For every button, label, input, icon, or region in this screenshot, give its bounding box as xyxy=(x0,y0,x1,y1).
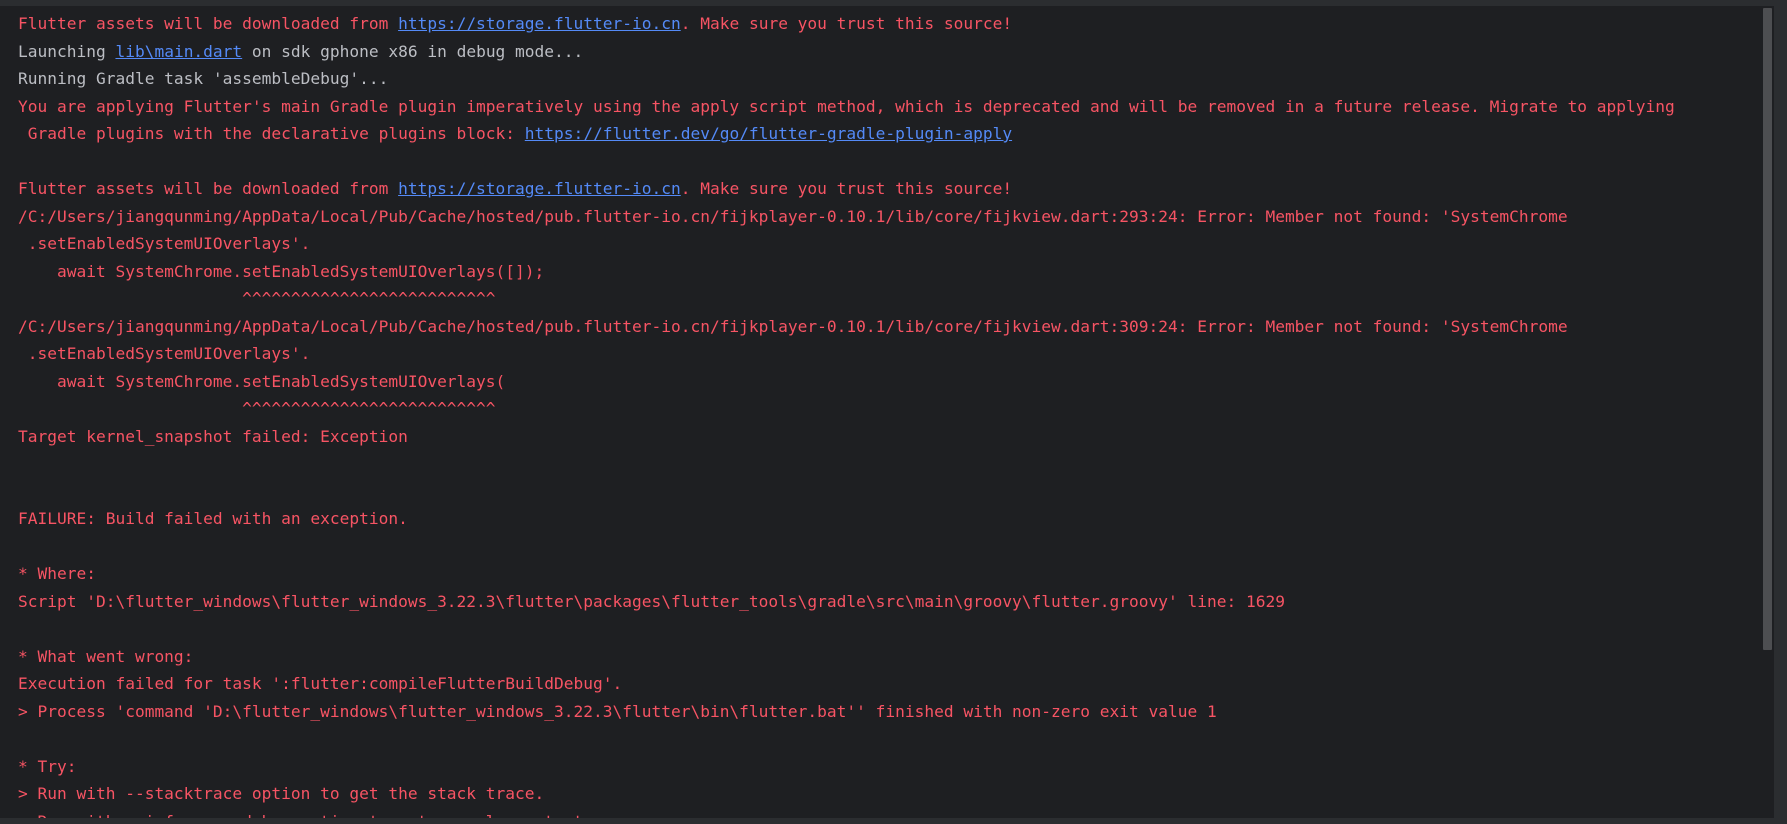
error-text: ^^^^^^^^^^^^^^^^^^^^^^^^^^ xyxy=(18,399,496,418)
console-line: await SystemChrome.setEnabledSystemUIOve… xyxy=(18,368,1758,396)
console-line: * What went wrong: xyxy=(18,643,1758,671)
console-line: You are applying Flutter's main Gradle p… xyxy=(18,93,1758,121)
right-gutter xyxy=(1774,6,1787,824)
error-text: > Process 'command 'D:\flutter_windows\f… xyxy=(18,701,1217,721)
console-line: > Run with --stacktrace option to get th… xyxy=(18,780,1758,808)
console-line: .setEnabledSystemUIOverlays'. xyxy=(18,340,1758,368)
error-text: Execution failed for task ':flutter:comp… xyxy=(18,674,623,693)
console-line: ^^^^^^^^^^^^^^^^^^^^^^^^^^ xyxy=(18,395,1758,423)
error-text: /C:/Users/jiangqunming/AppData/Local/Pub… xyxy=(18,206,1568,226)
output-text: on sdk gphone x86 in debug mode... xyxy=(242,41,584,61)
console-hyperlink[interactable]: https://storage.flutter-io.cn xyxy=(398,14,681,33)
output-text: Launching xyxy=(18,41,116,61)
console-line: Running Gradle task 'assembleDebug'... xyxy=(18,65,1758,93)
bottom-border xyxy=(0,818,1787,824)
error-text: You are applying Flutter's main Gradle p… xyxy=(18,96,1675,116)
console-line: Script 'D:\flutter_windows\flutter_windo… xyxy=(18,588,1758,616)
console-top-border xyxy=(0,0,1787,6)
console-line: > Process 'command 'D:\flutter_windows\f… xyxy=(18,698,1758,726)
error-text: Target kernel_snapshot failed: Exception xyxy=(18,426,408,446)
error-text: /C:/Users/jiangqunming/AppData/Local/Pub… xyxy=(18,316,1568,336)
error-text: FAILURE: Build failed with an exception. xyxy=(18,509,408,528)
error-text: Flutter assets will be downloaded from xyxy=(18,14,399,33)
console-output[interactable]: Flutter assets will be downloaded from h… xyxy=(18,10,1758,824)
error-text: Flutter assets will be downloaded from xyxy=(18,179,399,198)
error-text: * Where: xyxy=(18,564,96,583)
console-hyperlink[interactable]: lib\main.dart xyxy=(115,42,242,61)
console-line: .setEnabledSystemUIOverlays'. xyxy=(18,230,1758,258)
error-text: > Run with --stacktrace option to get th… xyxy=(18,784,545,803)
console-line: Target kernel_snapshot failed: Exception xyxy=(18,423,1758,451)
error-text: ^^^^^^^^^^^^^^^^^^^^^^^^^^ xyxy=(18,289,496,308)
console-line: Launching lib\main.dart on sdk gphone x8… xyxy=(18,38,1758,66)
error-text: . Make sure you trust this source! xyxy=(680,179,1013,198)
run-console: Flutter assets will be downloaded from h… xyxy=(0,0,1787,824)
console-hyperlink[interactable]: https://storage.flutter-io.cn xyxy=(398,179,681,198)
error-text: * Try: xyxy=(18,756,77,776)
error-text: Script 'D:\flutter_windows\flutter_windo… xyxy=(18,591,1285,611)
error-text: await SystemChrome.setEnabledSystemUIOve… xyxy=(18,261,545,281)
error-text: .setEnabledSystemUIOverlays'. xyxy=(18,344,311,363)
error-text: .setEnabledSystemUIOverlays'. xyxy=(18,234,311,253)
console-line: Flutter assets will be downloaded from h… xyxy=(18,175,1758,203)
console-line: * Try: xyxy=(18,753,1758,781)
console-line: Gradle plugins with the declarative plug… xyxy=(18,120,1758,148)
error-text: * What went wrong: xyxy=(18,646,194,666)
console-hyperlink[interactable]: https://flutter.dev/go/flutter-gradle-pl… xyxy=(525,124,1012,143)
console-line: /C:/Users/jiangqunming/AppData/Local/Pub… xyxy=(18,203,1758,231)
console-line: FAILURE: Build failed with an exception. xyxy=(18,505,1758,533)
console-line: ^^^^^^^^^^^^^^^^^^^^^^^^^^ xyxy=(18,285,1758,313)
error-text: await SystemChrome.setEnabledSystemUIOve… xyxy=(18,371,506,391)
console-line: Execution failed for task ':flutter:comp… xyxy=(18,670,1758,698)
output-text: Running Gradle task 'assembleDebug'... xyxy=(18,69,389,88)
console-line: Flutter assets will be downloaded from h… xyxy=(18,10,1758,38)
error-text: Gradle plugins with the declarative plug… xyxy=(18,124,525,143)
console-line: /C:/Users/jiangqunming/AppData/Local/Pub… xyxy=(18,313,1758,341)
vertical-scrollbar-thumb[interactable] xyxy=(1763,8,1772,650)
console-line: await SystemChrome.setEnabledSystemUIOve… xyxy=(18,258,1758,286)
console-line: * Where: xyxy=(18,560,1758,588)
error-text: . Make sure you trust this source! xyxy=(680,14,1013,33)
